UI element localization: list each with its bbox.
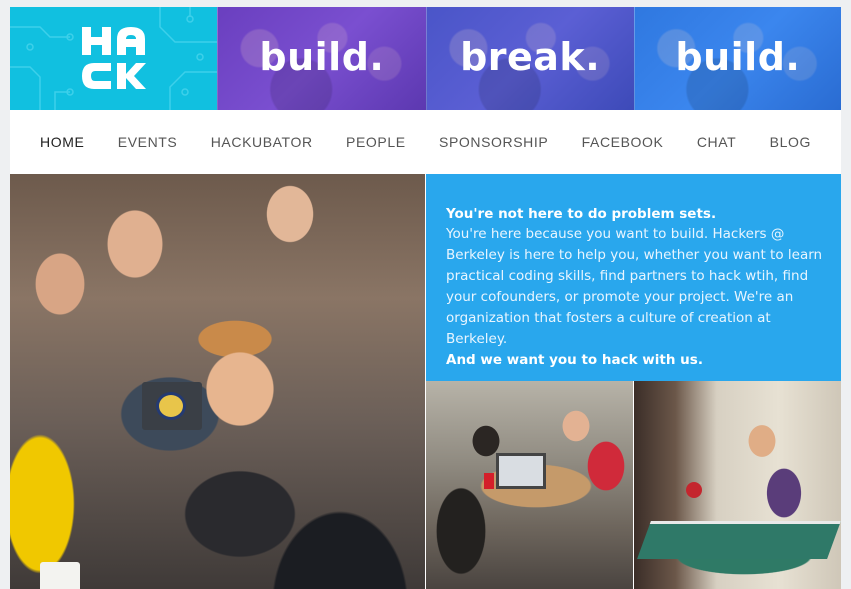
cup-image [484, 473, 494, 489]
build-tile: build. [217, 7, 426, 110]
logo-tile[interactable] [10, 7, 218, 110]
photo-ping-pong [634, 381, 841, 589]
build-word: build. [675, 35, 801, 79]
ping-pong-table [637, 521, 841, 559]
page-frame: build. break. build. HOME EVENTS HACKUBA… [10, 7, 841, 589]
laptop-image [142, 382, 202, 430]
nav-people[interactable]: PEOPLE [346, 134, 406, 150]
build-tile: build. [633, 7, 841, 110]
break-word: break. [460, 35, 601, 79]
nav-events[interactable]: EVENTS [118, 134, 178, 150]
laptop-sticker [156, 392, 186, 420]
header-banner: build. break. build. [10, 7, 841, 110]
photo-study-table [426, 381, 633, 589]
hack-logo [82, 27, 146, 89]
nav-facebook[interactable]: FACEBOOK [582, 134, 664, 150]
intro-panel: You're not here to do problem sets. You'… [426, 174, 841, 381]
laptop-image [496, 453, 546, 489]
intro-body: You're here because you want to build. H… [446, 226, 823, 347]
intro-heading: You're not here to do problem sets. [446, 206, 717, 222]
intro-cta: And we want you to hack with us. [446, 352, 703, 368]
paddle-image [686, 482, 702, 498]
main-nav: HOME EVENTS HACKUBATOR PEOPLE SPONSORSHI… [10, 110, 841, 174]
nav-hackubator[interactable]: HACKUBATOR [211, 134, 313, 150]
build-word: build. [259, 35, 385, 79]
hero-photo-students [10, 174, 425, 589]
cup-image [40, 562, 80, 589]
nav-home[interactable]: HOME [40, 134, 84, 150]
nav-blog[interactable]: BLOG [770, 134, 811, 150]
break-tile: break. [425, 7, 634, 110]
nav-sponsorship[interactable]: SPONSORSHIP [439, 134, 548, 150]
nav-chat[interactable]: CHAT [697, 134, 736, 150]
